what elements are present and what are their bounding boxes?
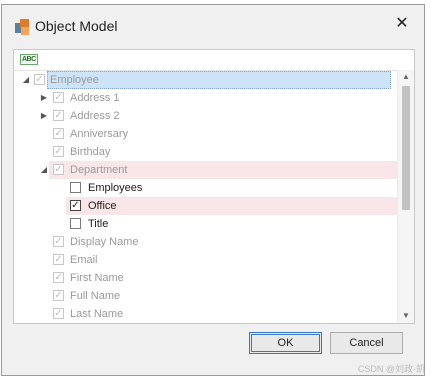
tree-item-label: Address 1 xyxy=(70,92,120,104)
scrollbar-thumb[interactable] xyxy=(402,86,410,210)
tree-checkbox[interactable]: ✓ xyxy=(53,236,64,247)
tree-item-label: Email xyxy=(70,254,98,266)
tree-item-label: Department xyxy=(70,164,128,176)
vertical-scrollbar[interactable]: ▲ ▼ xyxy=(397,70,414,323)
tree-item-label: Birthday xyxy=(70,146,111,158)
tree-item-label: Last Name xyxy=(70,308,124,320)
tree-checkbox[interactable]: ✓ xyxy=(53,272,64,283)
tree-checkbox[interactable] xyxy=(70,218,81,229)
tree-checkbox[interactable]: ✓ xyxy=(53,290,64,301)
tree-item-label: Display Name xyxy=(70,236,139,248)
ok-button[interactable]: OK xyxy=(249,332,322,354)
tree-checkbox[interactable]: ✓ xyxy=(53,110,64,121)
tree-item-label: First Name xyxy=(70,272,124,284)
dialog-title: Object Model xyxy=(35,18,118,34)
object-tree: ◢ ✓ Employee ▶ ✓ Address 1 ▶ ✓ Address 2 ✓ Anniver… xyxy=(14,71,397,323)
tree-item-label: Full Name xyxy=(70,290,121,302)
tree-checkbox[interactable]: ✓ xyxy=(53,146,64,157)
object-model-dialog: Object Model ✕ ABC ◢ ✓ Employee ▶ ✓ Address 1… xyxy=(1,4,425,376)
tree-panel: ABC ◢ ✓ Employee ▶ ✓ Address 1 ▶ ✓ Address 2 ✓ Ann… xyxy=(13,49,415,324)
tree-checkbox[interactable]: ✓ xyxy=(53,164,64,175)
cancel-button[interactable]: Cancel xyxy=(330,332,403,354)
tree-checkbox[interactable]: ✓ xyxy=(53,92,64,103)
tree-row[interactable]: ◢ ✓ Department xyxy=(41,161,397,179)
sort-alphabetical-icon[interactable]: ABC xyxy=(20,54,38,65)
tree-checkbox[interactable]: ✓ xyxy=(70,200,81,211)
tree-checkbox[interactable]: ✓ xyxy=(53,254,64,265)
tree-item-label: Employees xyxy=(88,182,143,194)
expand-arrow-icon[interactable]: ▶ xyxy=(39,107,49,125)
tree-item-label: Office xyxy=(88,200,117,212)
tree-checkbox[interactable] xyxy=(70,182,81,193)
watermark-text: CSDN @刘政·凯 xyxy=(357,364,425,374)
collapse-arrow-icon[interactable]: ◢ xyxy=(21,71,31,89)
title-bar: Object Model ✕ xyxy=(2,5,424,45)
object-model-icon xyxy=(15,19,31,35)
close-icon[interactable]: ✕ xyxy=(394,16,410,32)
collapse-arrow-icon[interactable]: ◢ xyxy=(39,161,49,179)
tree-item-label: Anniversary xyxy=(70,128,129,140)
tree-checkbox[interactable]: ✓ xyxy=(34,74,45,85)
tree-item-label: Title xyxy=(88,218,109,230)
tree-toolbar: ABC xyxy=(14,50,414,71)
scroll-down-icon[interactable]: ▼ xyxy=(398,309,414,323)
tree-checkbox[interactable]: ✓ xyxy=(53,128,64,139)
tree-row[interactable]: ✓ Office xyxy=(66,197,397,215)
tree-item-label: Address 2 xyxy=(70,110,120,122)
scroll-up-icon[interactable]: ▲ xyxy=(398,70,414,84)
expand-arrow-icon[interactable]: ▶ xyxy=(39,89,49,107)
tree-item-label: Employee xyxy=(47,71,391,89)
tree-checkbox[interactable]: ✓ xyxy=(53,308,64,319)
